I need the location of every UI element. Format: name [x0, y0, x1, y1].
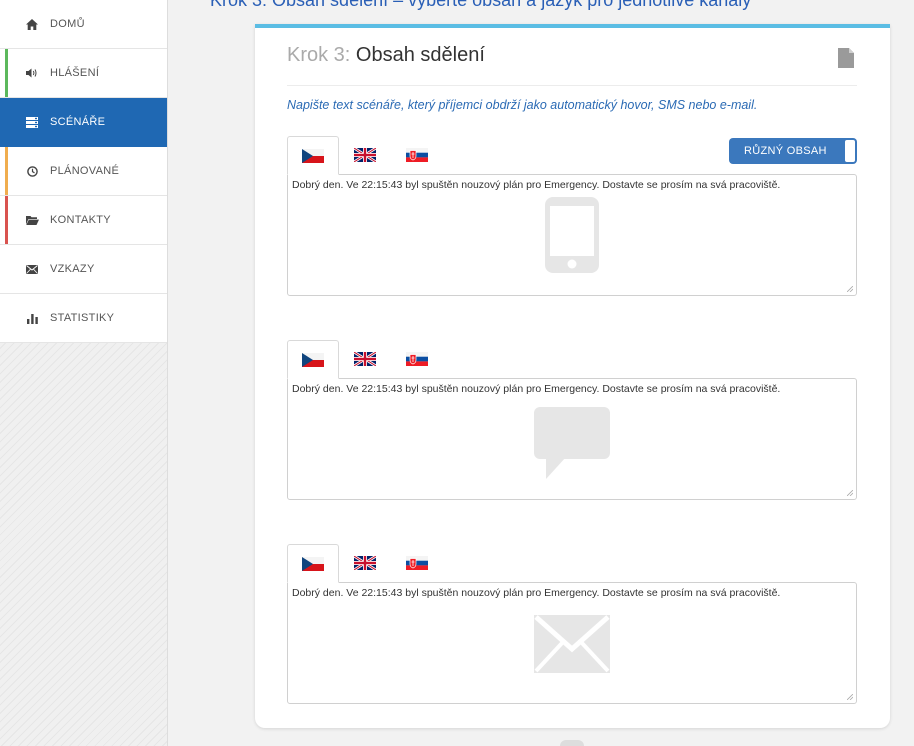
instruction-text: Napište text scénáře, který příjemci obd… [287, 98, 758, 112]
clock-icon [24, 165, 40, 177]
slovak-flag-icon [406, 556, 428, 570]
resize-handle[interactable] [847, 286, 853, 292]
home-icon [24, 18, 40, 30]
sidebar-item-label: SCÉNÁŘE [50, 116, 106, 128]
call-text-value: Dobrý den. Ve 22:15:43 byl spuštěn nouzo… [292, 179, 781, 191]
sidebar-item-statistiky[interactable]: STATISTIKY [0, 294, 167, 343]
speaker-icon [24, 68, 40, 78]
envelope-icon [24, 264, 40, 274]
tab-slovak[interactable] [391, 136, 443, 174]
sms-text-input[interactable]: Dobrý den. Ve 22:15:43 byl spuštěn nouzo… [287, 378, 857, 500]
tab-slovak[interactable] [391, 544, 443, 582]
partial-element-bottom [560, 740, 584, 746]
nav-stripe [5, 49, 8, 97]
email-text-input[interactable]: Dobrý den. Ve 22:15:43 byl spuštěn nouzo… [287, 582, 857, 704]
folder-icon [24, 215, 40, 225]
email-message-block: Dobrý den. Ve 22:15:43 byl spuštěn nouzo… [287, 544, 857, 704]
tab-english[interactable] [339, 340, 391, 378]
uk-flag-icon [354, 556, 376, 570]
speech-bubble-icon [534, 407, 610, 479]
language-tabs [287, 544, 857, 583]
czech-flag-icon [302, 352, 324, 367]
sidebar-item-planovane[interactable]: PLÁNOVANÉ [0, 147, 167, 196]
bar-chart-icon [24, 313, 40, 324]
uk-flag-icon [354, 148, 376, 162]
resize-handle[interactable] [847, 694, 853, 700]
sidebar-nav: DOMŮ HLÁŠENÍ SCÉNÁŘE PLÁNOVANÉ KONTAKTY … [0, 0, 167, 343]
tab-slovak[interactable] [391, 340, 443, 378]
nav-stripe [5, 147, 8, 195]
scenario-content-panel: Krok 3: Obsah sdělení Napište text scéná… [255, 24, 890, 728]
email-text-value: Dobrý den. Ve 22:15:43 byl spuštěn nouzo… [292, 587, 781, 599]
sidebar-item-label: HLÁŠENÍ [50, 67, 100, 79]
sms-message-block: Dobrý den. Ve 22:15:43 byl spuštěn nouzo… [287, 340, 857, 500]
resize-handle[interactable] [847, 490, 853, 496]
sidebar-item-kontakty[interactable]: KONTAKTY [0, 196, 167, 245]
phone-icon [545, 197, 599, 273]
czech-flag-icon [302, 556, 324, 571]
step-title: Obsah sdělení [355, 44, 485, 66]
czech-flag-icon [302, 148, 324, 163]
step-label: Krok 3: [287, 44, 351, 66]
sidebar-item-hlaseni[interactable]: HLÁŠENÍ [0, 49, 167, 98]
document-icon[interactable] [838, 48, 854, 68]
sms-text-value: Dobrý den. Ve 22:15:43 byl spuštěn nouzo… [292, 383, 781, 395]
envelope-icon [534, 615, 610, 673]
language-tabs [287, 340, 857, 379]
sidebar-item-vzkazy[interactable]: VZKAZY [0, 245, 167, 294]
tab-czech[interactable] [287, 544, 339, 583]
sidebar-item-label: DOMŮ [50, 18, 85, 30]
sidebar-item-label: PLÁNOVANÉ [50, 165, 120, 177]
sidebar-item-domu[interactable]: DOMŮ [0, 0, 167, 49]
sidebar-item-label: KONTAKTY [50, 214, 111, 226]
uk-flag-icon [354, 352, 376, 366]
tab-czech[interactable] [287, 136, 339, 175]
call-text-input[interactable]: Dobrý den. Ve 22:15:43 byl spuštěn nouzo… [287, 174, 857, 296]
panel-title: Krok 3: Obsah sdělení [287, 44, 857, 86]
slovak-flag-icon [406, 148, 428, 162]
sidebar-item-scenare[interactable]: SCÉNÁŘE [0, 98, 167, 147]
slovak-flag-icon [406, 352, 428, 366]
sidebar-item-label: VZKAZY [50, 263, 95, 275]
list-icon [24, 116, 40, 128]
page-heading-partial: Krok 3: Obsah sdělení – vyberte obsah a … [210, 0, 752, 10]
language-tabs [287, 136, 857, 175]
sidebar: DOMŮ HLÁŠENÍ SCÉNÁŘE PLÁNOVANÉ KONTAKTY … [0, 0, 168, 746]
tab-english[interactable] [339, 136, 391, 174]
call-message-block: Dobrý den. Ve 22:15:43 byl spuštěn nouzo… [287, 136, 857, 296]
nav-stripe [5, 196, 8, 244]
sidebar-item-label: STATISTIKY [50, 312, 115, 324]
tab-english[interactable] [339, 544, 391, 582]
tab-czech[interactable] [287, 340, 339, 379]
